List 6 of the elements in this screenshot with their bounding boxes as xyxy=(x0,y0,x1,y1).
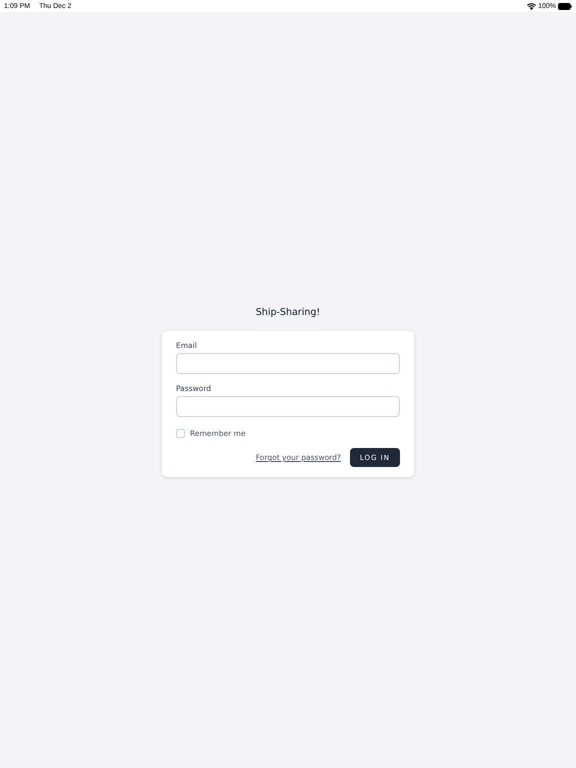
input-field[interactable] xyxy=(176,353,400,374)
battery-icon xyxy=(558,2,572,10)
input-field[interactable] xyxy=(176,396,400,417)
wifi-icon xyxy=(527,2,536,10)
app-title: Ship-Sharing! xyxy=(256,307,320,318)
checkbox[interactable] xyxy=(176,429,185,438)
